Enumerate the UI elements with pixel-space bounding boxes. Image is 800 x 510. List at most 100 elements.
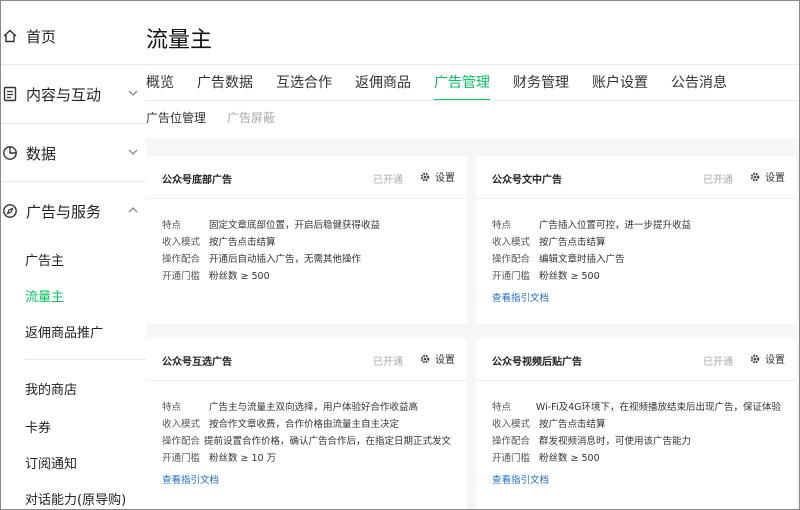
divider (0, 181, 146, 182)
row-key: 特点 (162, 220, 182, 231)
settings-label: 设置 (765, 173, 785, 184)
sidebar: 首页 内容与互动 数据 广告与服务 广告主 流量主 返佣商品推广 我的商店 卡券… (0, 0, 146, 510)
settings-button[interactable]: 设置 (749, 169, 785, 184)
status-badge: 已开通 (703, 357, 733, 368)
tab-ad-data[interactable]: 广告数据 (197, 72, 253, 100)
row-value: 按合作文章收费，合作价格由流量主自主决定 (209, 419, 400, 430)
tab-account-settings[interactable]: 账户设置 (592, 72, 648, 100)
sidebar-item-label: 数据 (26, 144, 57, 163)
card-row: 开通门槛 粉丝数 ≥ 10 万 (162, 450, 451, 467)
tab-overview[interactable]: 概览 (146, 72, 174, 100)
subtab-ad-blocking[interactable]: 广告屏蔽 (227, 109, 275, 126)
chevron-up-icon[interactable] (128, 205, 138, 215)
row-value: 粉丝数 ≥ 500 (209, 271, 270, 282)
ad-card-bottom: 公众号底部广告 已开通 设置 特点 固定文章底部位置，开启后稳健获得收益 收入模式… (146, 156, 467, 324)
sidebar-subitem-coupons[interactable]: 卡券 (25, 417, 51, 436)
sidebar-item-label: 广告与服务 (26, 202, 102, 221)
row-key: 开通门槛 (162, 271, 201, 282)
divider (0, 123, 146, 124)
page-title: 流量主 (146, 28, 213, 53)
tab-mutual-selection[interactable]: 互选合作 (276, 72, 332, 100)
settings-label: 设置 (435, 355, 455, 366)
row-value: Wi-Fi及4G环境下，在视频播放结束后出现广告，保证体验 (535, 402, 781, 413)
tab-announcements[interactable]: 公告消息 (671, 72, 727, 100)
sidebar-subitem-commission-promotion[interactable]: 返佣商品推广 (25, 322, 103, 341)
gear-icon (420, 354, 430, 363)
sidebar-subitem-advertiser[interactable]: 广告主 (25, 250, 64, 269)
settings-label: 设置 (765, 355, 785, 366)
row-key: 特点 (492, 220, 512, 231)
sidebar-item-content[interactable]: 内容与互动 (0, 66, 146, 122)
tab-commission-products[interactable]: 返佣商品 (355, 72, 411, 100)
card-title: 公众号文中广告 (492, 175, 562, 186)
sidebar-item-ads[interactable]: 广告与服务 (0, 183, 146, 239)
home-icon (3, 29, 17, 43)
guide-doc-link[interactable]: 查看指引文档 (492, 472, 549, 486)
card-row: 操作配合 提前设置合作价格，确认广告合作后，在指定日期正式发文 (162, 433, 451, 450)
status-badge: 已开通 (703, 175, 733, 186)
tab-divider (146, 100, 800, 101)
settings-button[interactable]: 设置 (419, 169, 455, 184)
settings-button[interactable]: 设置 (749, 351, 785, 366)
sub-tabs: 广告位管理 广告屏蔽 (146, 109, 296, 126)
card-row: 特点 固定文章底部位置，开启后稳健获得收益 (162, 217, 451, 234)
settings-button[interactable]: 设置 (419, 351, 455, 366)
row-key: 开通门槛 (162, 453, 201, 464)
tab-ad-management[interactable]: 广告管理 (434, 72, 490, 101)
card-row: 收入模式 按合作文章收费，合作价格由流量主自主决定 (162, 416, 451, 433)
ad-card-video-post-roll: 公众号视频后贴广告 已开通 设置 特点 Wi-Fi及4G环境下，在视频播放结束后出… (476, 338, 797, 510)
row-key: 特点 (162, 402, 182, 413)
ad-card-mutual-selection: 公众号互选广告 已开通 设置 特点 广告主与流量主双向选择，用户体验好合作收益高 … (146, 338, 467, 510)
row-key: 收入模式 (492, 419, 531, 430)
card-row: 操作配合 编辑文章时插入广告 (492, 251, 781, 268)
row-value: 广告主与流量主双向选择，用户体验好合作收益高 (209, 402, 419, 413)
row-key: 操作配合 (492, 254, 531, 265)
row-key: 收入模式 (162, 237, 201, 248)
guide-doc-link[interactable]: 查看指引文档 (492, 290, 549, 304)
row-value: 开通后自动插入广告，无需其他操作 (209, 254, 362, 265)
sidebar-item-label: 首页 (26, 27, 57, 46)
row-key: 收入模式 (162, 419, 201, 430)
card-row: 开通门槛 粉丝数 ≥ 500 (492, 450, 781, 467)
sidebar-subitem-publisher[interactable]: 流量主 (25, 286, 64, 305)
row-value: 广告插入位置可控，进一步提升收益 (539, 220, 692, 231)
sidebar-subitem-my-store[interactable]: 我的商店 (25, 379, 77, 398)
guide-doc-link[interactable]: 查看指引文档 (162, 472, 219, 486)
document-icon (3, 86, 17, 102)
main-tabs: 概览 广告数据 互选合作 返佣商品 广告管理 财务管理 账户设置 公告消息 (146, 72, 750, 101)
sidebar-subitem-dialog-capability[interactable]: 对话能力(原导购) (25, 489, 126, 508)
row-key: 开通门槛 (492, 453, 531, 464)
chevron-down-icon[interactable] (128, 88, 138, 98)
status-badge: 已开通 (373, 357, 403, 368)
card-title: 公众号底部广告 (162, 175, 232, 186)
sidebar-item-data[interactable]: 数据 (0, 125, 146, 181)
ad-card-in-article: 公众号文中广告 已开通 设置 特点 广告插入位置可控，进一步提升收益 收入模式 按广… (476, 156, 797, 324)
row-value: 提前设置合作价格，确认广告合作后，在指定日期正式发文 (203, 436, 451, 447)
row-key: 开通门槛 (492, 271, 531, 282)
gear-icon (750, 354, 760, 363)
card-row: 特点 Wi-Fi及4G环境下，在视频播放结束后出现广告，保证体验 (492, 399, 781, 416)
subtab-ad-slot-management[interactable]: 广告位管理 (146, 109, 206, 126)
row-value: 群发视频消息时，可使用该广告能力 (539, 436, 692, 447)
status-badge: 已开通 (373, 175, 403, 186)
divider (0, 64, 146, 65)
card-title: 公众号互选广告 (162, 357, 232, 368)
row-value: 按广告点击结算 (539, 419, 606, 430)
card-row: 收入模式 按广告点击结算 (492, 416, 781, 433)
row-value: 粉丝数 ≥ 500 (539, 453, 600, 464)
card-row: 开通门槛 粉丝数 ≥ 500 (162, 268, 451, 285)
gear-icon (750, 172, 760, 181)
card-row: 操作配合 开通后自动插入广告，无需其他操作 (162, 251, 451, 268)
card-row: 收入模式 按广告点击结算 (492, 234, 781, 251)
tab-finance[interactable]: 财务管理 (513, 72, 569, 100)
row-key: 操作配合 (162, 436, 201, 447)
row-key: 操作配合 (162, 254, 201, 265)
sidebar-item-home[interactable]: 首页 (0, 8, 146, 64)
sidebar-item-label: 内容与互动 (26, 85, 102, 104)
chevron-down-icon[interactable] (128, 147, 138, 157)
card-row: 特点 广告主与流量主双向选择，用户体验好合作收益高 (162, 399, 451, 416)
card-row: 开通门槛 粉丝数 ≥ 500 (492, 268, 781, 285)
sidebar-subitem-subscription-notice[interactable]: 订阅通知 (25, 453, 77, 472)
compass-icon (3, 204, 17, 218)
row-value: 按广告点击结算 (539, 237, 606, 248)
